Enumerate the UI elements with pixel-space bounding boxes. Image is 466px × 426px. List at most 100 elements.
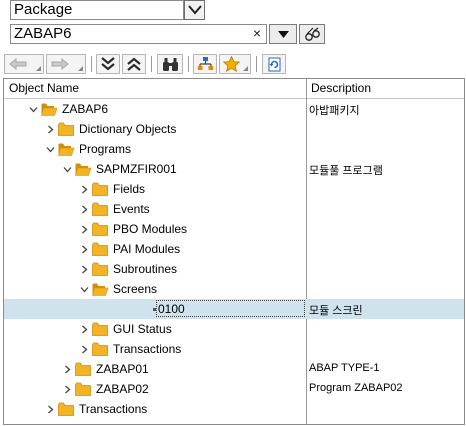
find-button[interactable]	[157, 54, 183, 74]
hierarchy-icon	[198, 57, 213, 70]
tree-row[interactable]: Transactions	[4, 399, 464, 419]
folder-open-icon	[58, 143, 75, 156]
back-button[interactable]	[4, 54, 44, 74]
tree-row[interactable]: PBO Modules	[4, 219, 464, 239]
chevron-right-icon[interactable]	[46, 125, 55, 134]
chevron-down-icon[interactable]	[29, 105, 38, 114]
chevron-down-icon[interactable]	[80, 285, 89, 294]
column-header-object-name[interactable]: Object Name	[9, 81, 79, 95]
double-chevron-down-icon	[101, 57, 115, 71]
tree-node-label[interactable]: PAI Modules	[113, 242, 180, 256]
tree-node-label[interactable]: ZABAP01	[96, 362, 149, 376]
object-history-dropdown-button[interactable]	[269, 24, 297, 44]
object-tree: Object Name Description ZABAP6 아밥패키지 Dicti…	[3, 78, 465, 425]
tree-node-label[interactable]: Programs	[79, 142, 131, 156]
folder-icon	[92, 222, 108, 236]
tree-node-description: 아밥패키지	[309, 105, 360, 117]
tree-row[interactable]: Subroutines	[4, 259, 464, 279]
folder-icon	[92, 242, 108, 256]
display-button[interactable]	[299, 24, 325, 44]
folder-open-icon	[41, 103, 58, 116]
folder-open-icon	[92, 283, 109, 296]
chevron-down-icon	[188, 5, 202, 15]
forward-button[interactable]	[46, 54, 86, 74]
chevron-right-icon[interactable]	[63, 365, 72, 374]
tree-node-label[interactable]: Transactions	[79, 402, 147, 416]
tree-node-description: ABAP TYPE-1	[309, 362, 380, 374]
chevron-right-icon[interactable]	[80, 245, 89, 254]
tree-node-label[interactable]: ZABAP02	[96, 382, 149, 396]
object-type-dropdown-button[interactable]	[184, 0, 205, 20]
folder-icon	[92, 342, 108, 356]
tree-row[interactable]: SAPMZFIR001 모듈풀 프로그램	[4, 159, 464, 179]
tree-node-description: Program ZABAP02	[309, 382, 403, 394]
arrow-right-icon	[51, 58, 69, 70]
expand-all-button[interactable]	[96, 54, 120, 74]
toolbar-separator	[91, 56, 92, 72]
tree-node-description: 모듈풀 프로그램	[309, 165, 383, 177]
focus-outline	[156, 300, 305, 317]
folder-icon	[58, 122, 74, 136]
folder-icon	[92, 322, 108, 336]
tree-node-label[interactable]: SAPMZFIR001	[96, 162, 177, 176]
tree-row[interactable]: Screens	[4, 279, 464, 299]
object-type-select[interactable]: Package	[10, 0, 184, 20]
tree-node-description: 모듈 스크린	[309, 305, 363, 317]
tree-row[interactable]: ZABAP6 아밥패키지	[4, 99, 464, 119]
glasses-icon	[305, 27, 320, 41]
tree-header: Object Name Description	[4, 79, 464, 99]
tree-node-label[interactable]: Screens	[113, 282, 157, 296]
hierarchy-button[interactable]	[193, 54, 217, 74]
folder-icon	[92, 182, 108, 196]
folder-icon	[92, 262, 108, 276]
folder-icon	[58, 402, 74, 416]
object-name-input[interactable]: ZABAP6	[10, 24, 267, 44]
star-icon	[223, 56, 240, 72]
tree-row[interactable]: Transactions	[4, 339, 464, 359]
chevron-right-icon[interactable]	[80, 225, 89, 234]
chevron-right-icon[interactable]	[80, 345, 89, 354]
chevron-right-icon[interactable]	[63, 385, 72, 394]
favorites-button[interactable]	[219, 54, 251, 74]
chevron-down-icon[interactable]	[63, 165, 72, 174]
tree-row[interactable]: GUI Status	[4, 319, 464, 339]
tree-node-label[interactable]: Transactions	[113, 342, 181, 356]
tree-row[interactable]: Programs	[4, 139, 464, 159]
binoculars-icon	[163, 58, 178, 71]
chevron-right-icon[interactable]	[80, 185, 89, 194]
folder-icon	[92, 202, 108, 216]
tree-row[interactable]: Dictionary Objects	[4, 119, 464, 139]
collapse-all-button[interactable]	[122, 54, 146, 74]
tree-row[interactable]: ZABAP02 Program ZABAP02	[4, 379, 464, 399]
tree-row[interactable]: Fields	[4, 179, 464, 199]
tree-node-label[interactable]: Subroutines	[113, 262, 177, 276]
tree-node-label[interactable]: Fields	[113, 182, 145, 196]
tree-row[interactable]: ZABAP01 ABAP TYPE-1	[4, 359, 464, 379]
chevron-right-icon[interactable]	[80, 265, 89, 274]
chevron-down-icon[interactable]	[46, 145, 55, 154]
column-header-description[interactable]: Description	[311, 81, 371, 95]
tree-node-label[interactable]: PBO Modules	[113, 222, 187, 236]
folder-icon	[75, 362, 91, 376]
clear-input-icon[interactable]: ×	[249, 24, 265, 44]
tree-row[interactable]: 0100 모듈 스크린	[4, 299, 464, 319]
triangle-down-icon	[278, 31, 289, 38]
arrow-left-icon	[9, 58, 27, 70]
toolbar-separator	[151, 56, 152, 72]
chevron-right-icon[interactable]	[80, 325, 89, 334]
toolbar-separator	[256, 56, 257, 72]
dropdown-corner-icon	[36, 66, 41, 71]
tree-row[interactable]: PAI Modules	[4, 239, 464, 259]
toolbar-separator	[188, 56, 189, 72]
folder-icon	[75, 382, 91, 396]
dropdown-corner-icon	[243, 66, 248, 71]
tree-row[interactable]: Events	[4, 199, 464, 219]
chevron-right-icon[interactable]	[46, 405, 55, 414]
dropdown-corner-icon	[78, 66, 83, 71]
tree-node-label[interactable]: GUI Status	[113, 322, 172, 336]
chevron-right-icon[interactable]	[80, 205, 89, 214]
refresh-button[interactable]	[262, 54, 286, 74]
tree-node-label[interactable]: ZABAP6	[62, 102, 108, 116]
tree-node-label[interactable]: Dictionary Objects	[79, 122, 176, 136]
tree-node-label[interactable]: Events	[113, 202, 150, 216]
